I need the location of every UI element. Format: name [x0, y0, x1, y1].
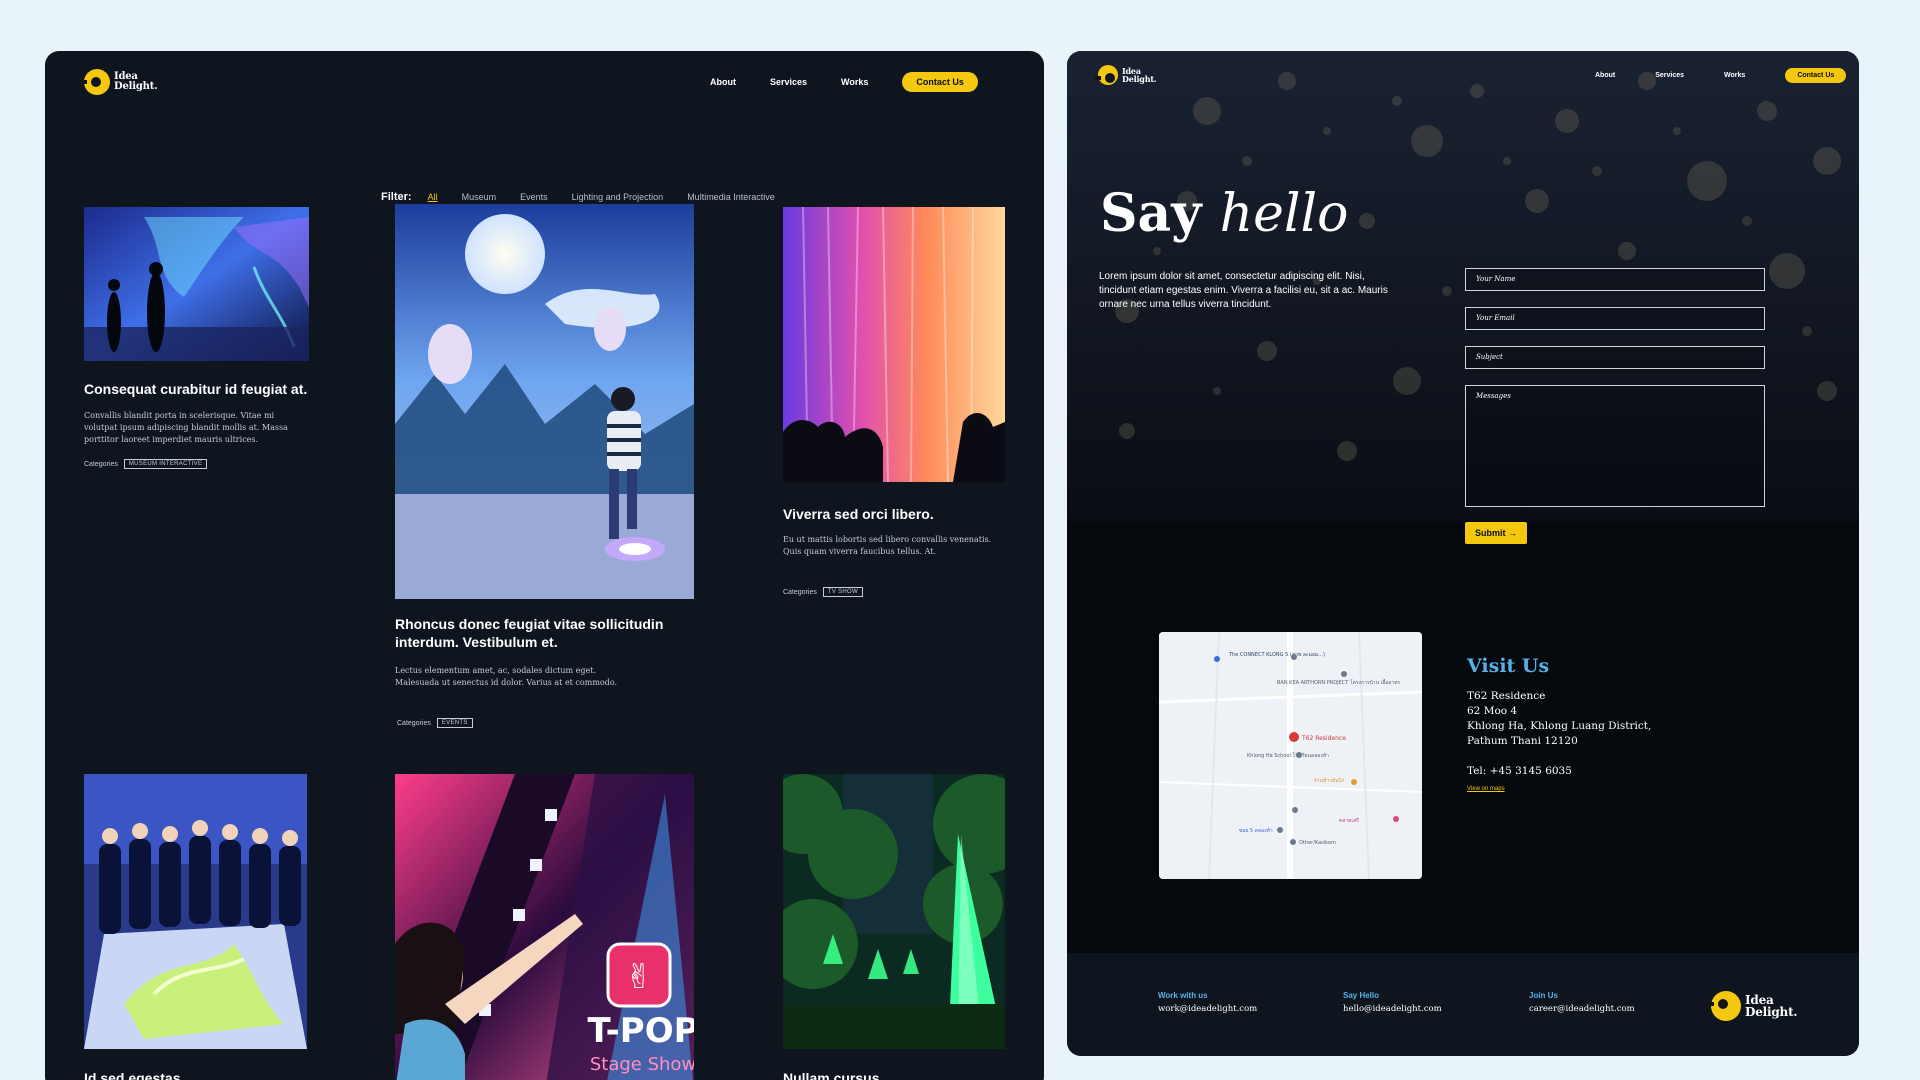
map-label-market: ตลาดเสรี: [1339, 817, 1359, 824]
message-textarea[interactable]: Messages: [1465, 385, 1765, 507]
light-curtain-image: [783, 207, 1005, 482]
map-pin-label: T62 Residence: [1301, 735, 1346, 742]
map-label-other: Other/Kasikorn: [1299, 840, 1336, 846]
nav-works[interactable]: Works: [1724, 72, 1745, 79]
view-on-maps-link[interactable]: View on maps: [1467, 786, 1505, 792]
work-image-5[interactable]: ✌ T-POP Stage Show: [395, 774, 694, 1080]
category-badge[interactable]: TV SHOW: [822, 587, 863, 597]
logo-text: Idea Delight.: [114, 71, 158, 92]
work-desc-1: Convallis blandit porta in scelerisque. …: [84, 411, 288, 444]
contact-us-button[interactable]: Contact Us: [1785, 68, 1847, 83]
work-categories-1: Categories MUSEUM INTERACTIVE: [84, 459, 208, 469]
phone-number: Tel: +45 3145 6035: [1467, 765, 1572, 777]
work-title-1[interactable]: Consequat curabitur id feugiat at.: [84, 380, 324, 398]
footer-hello-heading: Say Hello: [1343, 991, 1380, 1000]
nav-services[interactable]: Services: [770, 77, 807, 87]
footer-join: Join Us career@ideadelight.com: [1529, 991, 1635, 1014]
footer-work-email[interactable]: work@ideadelight.com: [1158, 1004, 1257, 1014]
footer-logo[interactable]: Idea Delight.: [1708, 991, 1798, 1021]
footer-hello: Say Hello hello@ideadelight.com: [1343, 991, 1442, 1014]
brand-logo[interactable]: Idea Delight.: [81, 69, 158, 95]
page-title: Say hello: [1100, 183, 1349, 244]
address-line-3: Khlong Ha, Khlong Luang District,: [1467, 720, 1652, 732]
intro-text: Lorem ipsum dolor sit amet, consectetur …: [1099, 271, 1388, 310]
email-field[interactable]: Your Email: [1465, 307, 1765, 330]
name-field[interactable]: Your Name: [1465, 268, 1765, 291]
svg-text:✌: ✌: [625, 957, 654, 997]
map-image: T62 Residence The CONNECT KLONG 5 (ภาพ ล…: [1159, 632, 1422, 879]
brand-logo[interactable]: Idea Delight.: [1095, 65, 1157, 85]
logo-text: Idea Delight.: [1122, 66, 1157, 84]
logo-text: Idea Delight.: [1745, 993, 1798, 1019]
filter-bar: Filter: All Museum Events Lighting and P…: [381, 191, 775, 203]
footer-work-heading: Work with us: [1158, 991, 1208, 1000]
work-image-2[interactable]: [395, 204, 694, 599]
work-desc-3: Eu ut mattis lobortis sed libero convall…: [783, 535, 992, 556]
map-label-shop: ร้านข้าวมันไก่: [1314, 777, 1345, 784]
filter-events[interactable]: Events: [520, 192, 548, 202]
work-image-4[interactable]: [84, 774, 307, 1049]
work-title-3[interactable]: Viverra sed orci libero.: [783, 505, 1013, 523]
location-map[interactable]: T62 Residence The CONNECT KLONG 5 (ภาพ ล…: [1159, 632, 1422, 879]
category-badge[interactable]: EVENTS: [436, 718, 473, 728]
category-badge[interactable]: MUSEUM INTERACTIVE: [123, 459, 208, 469]
filter-label: Filter:: [381, 191, 412, 203]
logo-icon: [81, 69, 110, 95]
nav-services[interactable]: Services: [1655, 72, 1684, 79]
visit-us-heading: Visit Us: [1467, 655, 1550, 677]
filter-museum[interactable]: Museum: [462, 192, 497, 202]
address-line-1: T62 Residence: [1467, 690, 1546, 702]
map-label-connect: The CONNECT KLONG 5 (ภาพ ละมอม...): [1228, 652, 1325, 658]
categories-label: Categories: [783, 588, 817, 596]
submit-button[interactable]: Submit →: [1465, 522, 1527, 544]
nav-about[interactable]: About: [710, 77, 736, 87]
immersive-room-image: [84, 207, 309, 361]
light-cones-garden-image: [783, 774, 1005, 1049]
interactive-projection-image: [395, 204, 694, 599]
footer-work: Work with us work@ideadelight.com: [1158, 991, 1257, 1014]
nav-works[interactable]: Works: [841, 77, 868, 87]
work-title-2[interactable]: Rhoncus donec feugiat vitae sollicitudin…: [395, 615, 675, 651]
contact-page-window: Idea Delight. About Services Works Conta…: [1067, 51, 1859, 1056]
map-label-school: Khlong Ha School โรงเรียนคลองห้า: [1247, 752, 1329, 759]
address-line-2: 62 Moo 4: [1467, 705, 1518, 717]
nav-about[interactable]: About: [1595, 72, 1615, 79]
tpop-logo-text: T-POP: [587, 1011, 694, 1051]
main-nav: About Services Works Contact Us: [710, 72, 978, 92]
categories-label: Categories: [397, 719, 431, 727]
subject-field[interactable]: Subject: [1465, 346, 1765, 369]
filter-multimedia-interactive[interactable]: Multimedia Interactive: [687, 192, 775, 202]
works-page-window: Idea Delight. About Services Works Conta…: [45, 51, 1044, 1080]
filter-lighting-projection[interactable]: Lighting and Projection: [572, 192, 664, 202]
floor-projection-image: [84, 774, 307, 1049]
work-categories-2: Categories EVENTS: [397, 718, 473, 728]
work-desc-2: Lectus elementum amet, ac, sodales dictu…: [395, 666, 618, 687]
categories-label: Categories: [84, 460, 118, 468]
work-image-3[interactable]: [783, 207, 1005, 482]
work-title-6[interactable]: Nullam cursus: [783, 1069, 1013, 1080]
contact-us-button[interactable]: Contact Us: [902, 72, 978, 92]
work-title-4[interactable]: Id sed egestas: [84, 1069, 314, 1080]
main-nav: About Services Works Contact Us: [1595, 68, 1847, 83]
work-categories-3: Categories TV SHOW: [783, 587, 863, 597]
footer-join-heading: Join Us: [1529, 991, 1558, 1000]
work-image-1[interactable]: [84, 207, 309, 361]
filter-all[interactable]: All: [428, 192, 438, 202]
tpop-stage-show-image: ✌ T-POP Stage Show: [395, 774, 694, 1080]
work-image-6[interactable]: [783, 774, 1005, 1049]
logo-icon: [1708, 991, 1741, 1021]
footer-hello-email[interactable]: hello@ideadelight.com: [1343, 1004, 1442, 1014]
address-line-4: Pathum Thani 12120: [1467, 735, 1578, 747]
tpop-subtitle: Stage Show: [590, 1054, 694, 1075]
logo-icon: [1095, 65, 1118, 85]
map-label-road: ซอย 5 คลองห้า: [1239, 827, 1273, 834]
footer-join-email[interactable]: career@ideadelight.com: [1529, 1004, 1635, 1014]
